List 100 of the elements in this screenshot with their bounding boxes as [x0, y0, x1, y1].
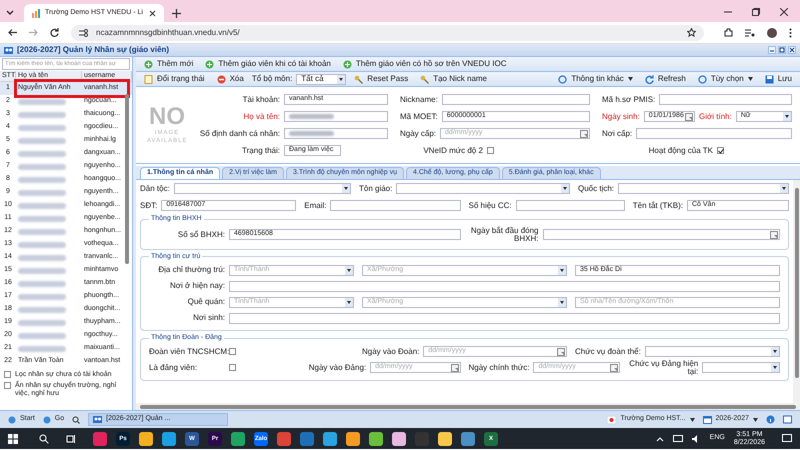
toolbar-button[interactable]: Thêm giáo viên có hồ sơ trên VNEDU IOC	[338, 58, 511, 70]
text-field[interactable]	[284, 111, 388, 122]
calendar-icon	[770, 230, 778, 238]
field-label: Email:	[304, 202, 326, 210]
address-bar[interactable]: ncazamnmnnsgdbinhthuan.vnedu.vn/v5/	[71, 24, 704, 40]
toolbar-button[interactable]: Tạo Nick name	[416, 73, 491, 85]
field-label: Ngày chính thức:	[468, 364, 530, 372]
toolbar-button[interactable]: Reset Pass	[350, 73, 412, 85]
back-icon	[8, 28, 17, 37]
toolbar-label: Tổ bộ môn:	[252, 73, 292, 85]
subject-dropdown[interactable]: Tất cả	[296, 74, 346, 84]
app-icon[interactable]	[438, 432, 452, 446]
plus-icon	[172, 9, 181, 18]
app-icon[interactable]	[369, 432, 383, 446]
caret-icon	[748, 77, 753, 81]
blurred-name	[18, 150, 66, 156]
scrollbar[interactable]	[136, 403, 800, 410]
chart-icon	[32, 8, 41, 18]
text-field[interactable]	[636, 128, 792, 139]
delete-icon	[216, 74, 226, 84]
people-icon	[4, 46, 13, 54]
blurred-name	[18, 268, 66, 274]
dropdown[interactable]	[644, 346, 780, 357]
app-icon[interactable]	[323, 432, 337, 446]
dropdown-arrow-icon	[783, 112, 791, 121]
checkbox[interactable]	[486, 147, 494, 154]
field-label: Ngày vào Đoàn:	[362, 348, 420, 356]
checkbox[interactable]	[717, 147, 724, 154]
field-label: Tôn giáo:	[359, 184, 392, 192]
app-icon[interactable]	[139, 432, 153, 446]
field-label: Là đảng viên:	[149, 362, 198, 374]
site-settings-icon	[79, 28, 88, 36]
date-field[interactable]	[542, 229, 780, 240]
blurred-name	[18, 112, 66, 118]
field-label: VNeID mức độ 2	[423, 144, 483, 156]
app-icon[interactable]	[346, 432, 360, 446]
no-image-text: NO	[149, 105, 185, 129]
people-icon	[93, 415, 102, 424]
toolbar-button[interactable]: Lưu	[760, 73, 796, 85]
dropdown[interactable]	[618, 183, 789, 194]
app-icon[interactable]	[461, 432, 475, 446]
text-field[interactable]	[659, 94, 792, 105]
blurred-value	[289, 131, 334, 136]
text-field[interactable]	[229, 280, 780, 292]
calendar-icon	[450, 364, 458, 372]
text-field[interactable]	[330, 200, 460, 211]
text-field[interactable]	[284, 128, 388, 139]
checkbox[interactable]	[4, 382, 11, 389]
checkbox[interactable]	[229, 364, 236, 371]
reload-icon	[50, 28, 59, 37]
field-label: Quốc tịch:	[578, 184, 614, 192]
toolbar-button[interactable]: Thông tin khác	[554, 73, 637, 85]
field-label: Tài khoản:	[242, 96, 280, 104]
extensions-icon	[724, 28, 733, 37]
blurred-name	[18, 176, 66, 182]
dropdown-arrow-icon	[345, 266, 353, 274]
key-icon	[420, 74, 430, 84]
blurred-name	[18, 202, 66, 208]
blurred-name	[18, 320, 66, 326]
app-icon[interactable]	[392, 432, 406, 446]
text-field[interactable]	[442, 94, 590, 105]
field-label: Ngày cấp:	[400, 130, 436, 138]
dropdown-arrow-icon	[337, 74, 346, 84]
save-icon	[764, 74, 774, 84]
text-field[interactable]	[229, 312, 780, 324]
field-label: Mã MOET:	[400, 112, 438, 120]
profile-avatar[interactable]	[767, 28, 777, 38]
toolbar-button[interactable]: Refresh	[640, 73, 690, 85]
app-icon[interactable]	[162, 432, 176, 446]
field-label: Nơi cấp:	[602, 130, 632, 138]
toolbar-button[interactable]: Đổi trạng thái	[140, 73, 209, 85]
toolbar-button[interactable]: Xóa	[212, 73, 248, 85]
dropdown[interactable]	[174, 183, 351, 194]
toolbar-button[interactable]: Tùy chọn	[694, 73, 757, 85]
flag-icon	[607, 416, 616, 424]
star-icon	[687, 28, 696, 37]
dropdown-arrow-icon	[771, 363, 779, 372]
checkbox[interactable]	[229, 348, 236, 355]
dropdown-arrow-icon	[561, 184, 569, 193]
dropdown-arrow-icon	[345, 298, 353, 306]
dropdown-arrow-icon	[558, 298, 566, 306]
caret-icon	[753, 418, 758, 422]
check-icon	[718, 148, 724, 154]
scrollbar[interactable]	[793, 180, 800, 403]
close-icon	[780, 8, 788, 16]
field-label: Trạng thái:	[241, 146, 280, 154]
toolbar-button[interactable]: Thêm mới	[140, 58, 198, 70]
blurred-name	[18, 306, 66, 312]
text-field[interactable]	[516, 200, 625, 211]
field-label: Nơi sinh:	[192, 314, 225, 322]
checkbox[interactable]	[4, 371, 11, 378]
refresh-icon	[644, 74, 654, 84]
dropdown[interactable]	[396, 183, 570, 194]
field-label: Nickname:	[400, 96, 438, 104]
app-icon[interactable]	[231, 432, 245, 446]
field-label: Chức vụ đoàn thể:	[575, 348, 641, 356]
dropdown[interactable]	[702, 362, 780, 373]
field-label: Ngày vào Đảng:	[308, 364, 366, 372]
toolbar-button[interactable]: Thêm giáo viên khi có tài khoản	[201, 58, 335, 70]
note-icon	[144, 74, 153, 84]
